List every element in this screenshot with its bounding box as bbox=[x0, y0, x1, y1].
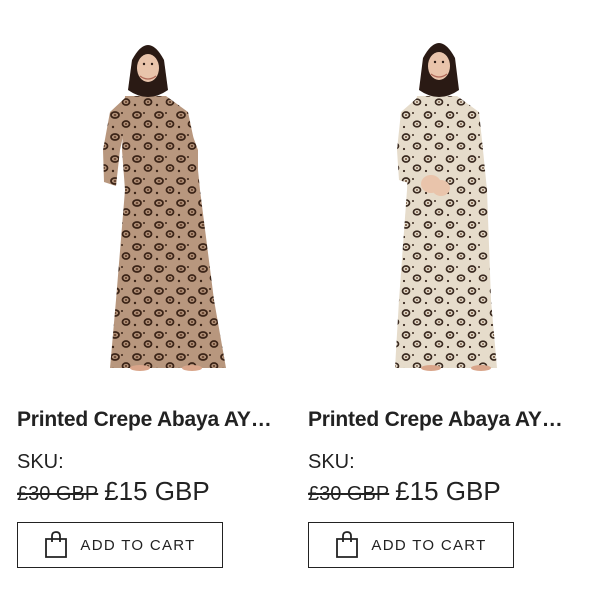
product-grid: Printed Crepe Abaya AYP-... SKU: £30 GBP… bbox=[0, 0, 596, 600]
product-card: Printed Crepe Abaya AYP-... SKU: £30 GBP… bbox=[0, 0, 290, 600]
shopping-bag-icon bbox=[335, 531, 359, 559]
sale-price: £15 GBP bbox=[104, 476, 210, 506]
abaya-figure-cream bbox=[395, 43, 497, 371]
product-title[interactable]: Printed Crepe Abaya AYP-... bbox=[17, 408, 285, 432]
product-image[interactable] bbox=[0, 0, 290, 390]
product-sku: SKU: bbox=[308, 451, 355, 473]
product-image[interactable] bbox=[291, 0, 581, 390]
product-card: Printed Crepe Abaya AYP-... SKU: £30 GBP… bbox=[291, 0, 581, 600]
compare-at-price: £30 GBP bbox=[308, 483, 390, 505]
sale-price: £15 GBP bbox=[395, 476, 501, 506]
product-price: £30 GBP £15 GBP bbox=[17, 476, 210, 507]
compare-at-price: £30 GBP bbox=[17, 483, 99, 505]
add-to-cart-label: ADD TO CART bbox=[80, 536, 196, 554]
add-to-cart-label: ADD TO CART bbox=[371, 536, 487, 554]
product-price: £30 GBP £15 GBP bbox=[308, 476, 501, 507]
add-to-cart-button[interactable]: ADD TO CART bbox=[308, 522, 514, 568]
add-to-cart-button[interactable]: ADD TO CART bbox=[17, 522, 223, 568]
abaya-figure-brown bbox=[103, 45, 226, 371]
shopping-bag-icon bbox=[44, 531, 68, 559]
product-title[interactable]: Printed Crepe Abaya AYP-... bbox=[308, 408, 576, 432]
product-sku: SKU: bbox=[17, 451, 64, 473]
